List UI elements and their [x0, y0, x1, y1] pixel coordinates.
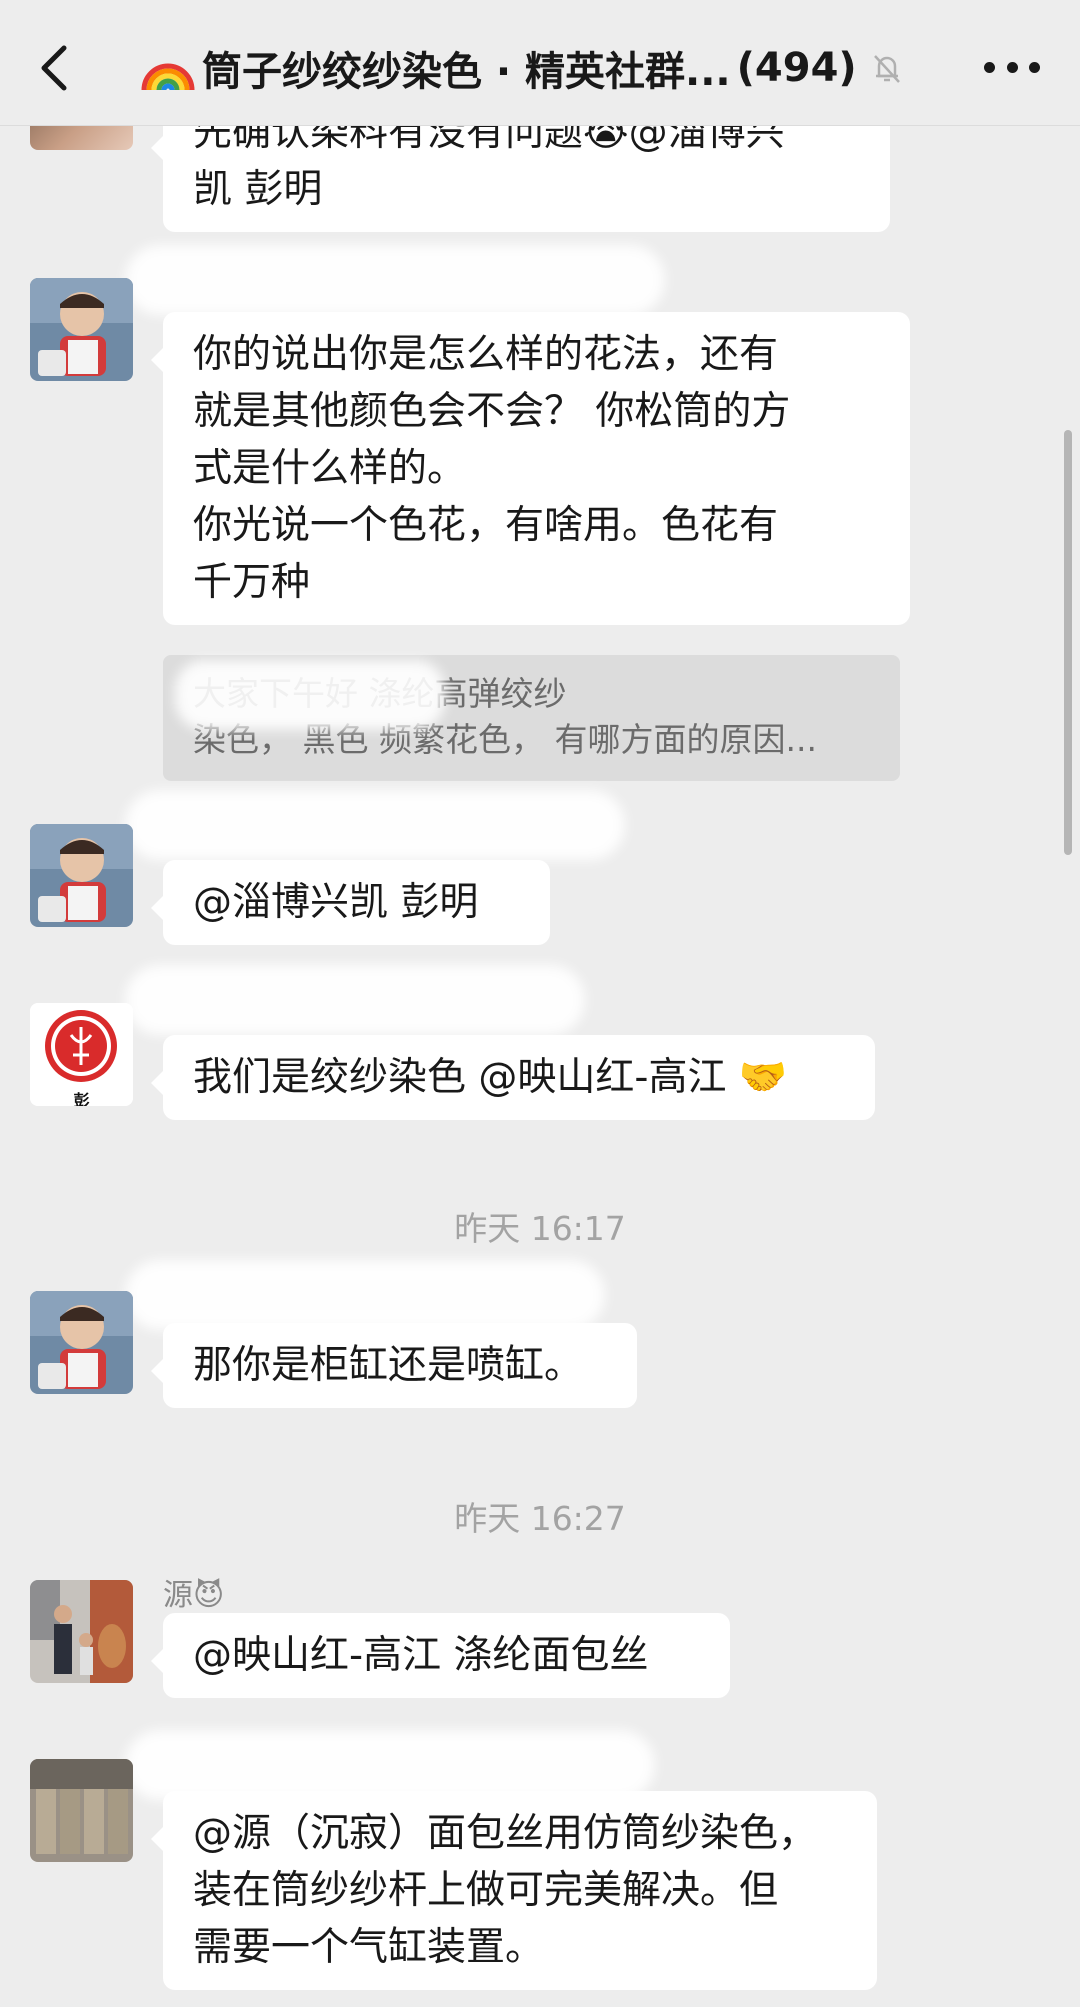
- avatar[interactable]: [30, 1580, 133, 1683]
- group-title[interactable]: 筒子纱绞纱染色 · 精英社群... (494): [140, 38, 905, 98]
- message-line: 千万种: [193, 560, 311, 605]
- timestamp: 昨天 16:17: [454, 1209, 626, 1248]
- blurred-nickname: [125, 790, 625, 860]
- message-line: @源（沉寂）面包丝用仿筒纱染色，: [193, 1811, 818, 1856]
- avatar[interactable]: [30, 278, 133, 381]
- rainbow-emoji-icon: [141, 63, 195, 91]
- message-line: 就是其他颜色会不会？ 你松筒的方: [193, 389, 791, 434]
- scrollbar[interactable]: [1064, 430, 1072, 855]
- blurred-nickname: [125, 1730, 655, 1800]
- member-count: (494): [736, 45, 857, 91]
- blurred-nickname: [125, 245, 665, 315]
- more-dots-icon[interactable]: [984, 52, 1040, 82]
- message-line: 式是什么样的。: [193, 446, 467, 491]
- mute-bell-icon: [873, 55, 900, 83]
- blurred-quote-name: [175, 660, 445, 730]
- avatar[interactable]: 彭: [30, 1003, 133, 1106]
- chat-header: 筒子纱绞纱染色 · 精英社群... (494): [0, 0, 1080, 126]
- message-line: 那你是柜缸还是喷缸。: [193, 1343, 584, 1388]
- sender-nickname: 源😈: [163, 1578, 225, 1613]
- avatar-caption: 彭: [73, 1091, 90, 1106]
- avatar[interactable]: [30, 824, 133, 927]
- message-line: 凯 彭明: [193, 167, 323, 212]
- avatar[interactable]: [30, 1291, 133, 1394]
- message-line: @淄博兴凯 彭明: [193, 880, 479, 925]
- timestamp: 昨天 16:27: [454, 1499, 626, 1538]
- message-line: 需要一个气缸装置。: [193, 1925, 545, 1970]
- message-bubble[interactable]: @映山红-高江 涤纶面包丝: [151, 1613, 730, 1698]
- avatar[interactable]: [30, 1759, 133, 1862]
- message-line: @映山红-高江 涤纶面包丝: [193, 1633, 649, 1678]
- message-bubble[interactable]: 你的说出你是怎么样的花法，还有 就是其他颜色会不会？ 你松筒的方 式是什么样的。…: [151, 312, 910, 625]
- message-bubble[interactable]: 那你是柜缸还是喷缸。: [151, 1323, 637, 1408]
- message-bubble[interactable]: 我们是绞纱染色 @映山红-高江 🤝: [151, 1035, 875, 1120]
- back-arrow-icon[interactable]: [32, 40, 82, 96]
- blurred-nickname: [125, 1260, 605, 1330]
- blurred-nickname: [125, 965, 585, 1035]
- message-bubble[interactable]: @淄博兴凯 彭明: [151, 860, 550, 945]
- message-bubble[interactable]: @源（沉寂）面包丝用仿筒纱染色， 装在筒纱纱杆上做可完美解决。但 需要一个气缸装…: [151, 1791, 877, 1990]
- group-name: 筒子纱绞纱染色 · 精英社群...: [202, 49, 731, 95]
- message-line: 装在筒纱纱杆上做可完美解决。但: [193, 1868, 779, 1913]
- message-line: 你的说出你是怎么样的花法，还有: [193, 332, 779, 377]
- message-line: 你光说一个色花，有啥用。色花有: [193, 503, 779, 548]
- message-line: 我们是绞纱染色 @映山红-高江 🤝: [193, 1055, 788, 1100]
